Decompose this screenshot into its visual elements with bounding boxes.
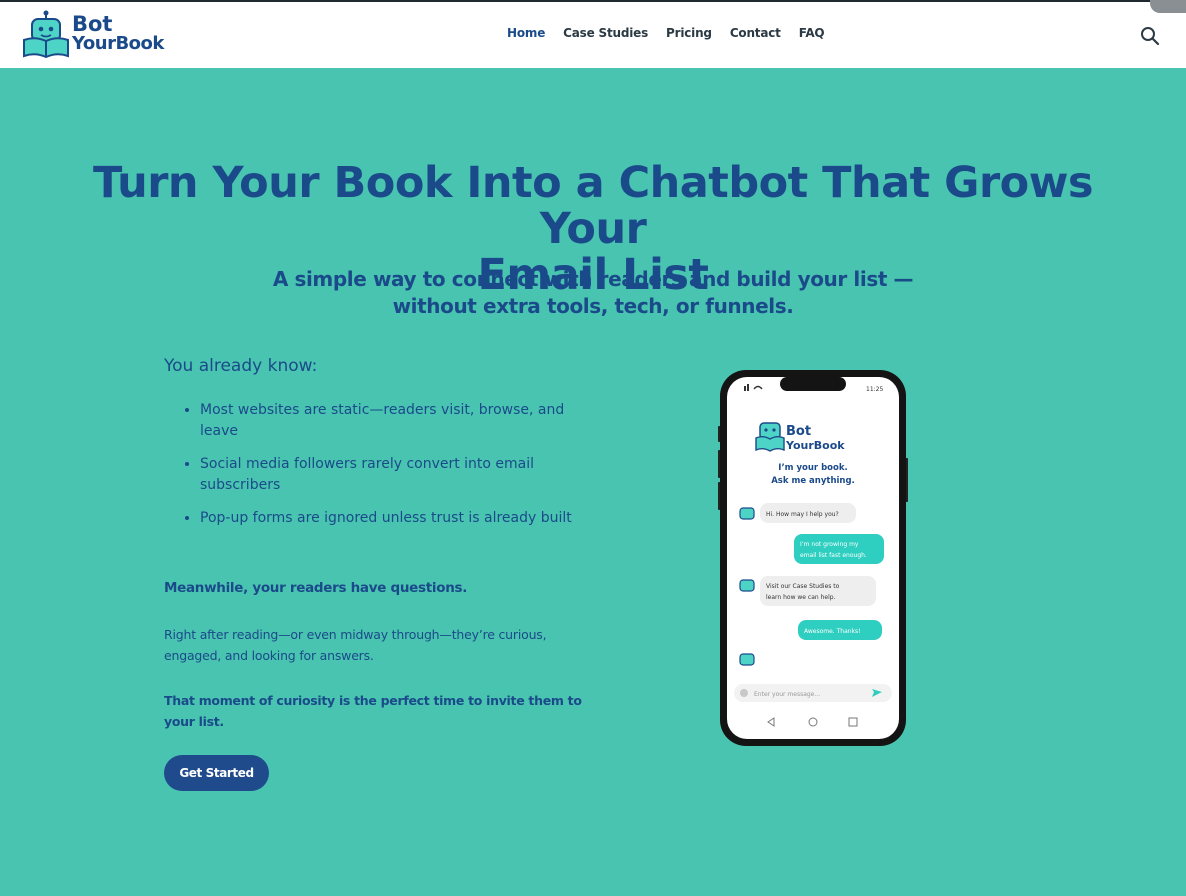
nav-home[interactable]: Home [498,26,554,46]
search-icon [1141,27,1160,46]
corner-tab [1150,0,1186,13]
bot-avatar-icon [739,579,755,592]
hero-subtitle: A simple way to connect with readers and… [240,266,946,320]
pain-points-list: Most websites are static—readers visit, … [164,400,594,529]
phone-mockup: 11:25 Bot YourBook I’m your book. Ask me… [718,370,908,746]
nav-faq[interactable]: FAQ [790,26,834,46]
brand-line2: YourBook [72,33,164,54]
robot-book-icon [23,10,69,59]
list-item: Social media followers rarely convert in… [200,454,594,496]
chat-bubble-bot [760,576,876,606]
brand-logo[interactable]: Bot YourBook [22,10,172,60]
phone-brand-line2: YourBook [785,439,845,452]
phone-brand-line1: Bot [786,424,811,439]
chat-input-placeholder: Enter your message... [754,691,820,698]
chat-message: Awesome. Thanks! [804,628,861,635]
section-heading: You already know: [164,356,318,376]
phone-tagline-line2: Ask me anything. [771,476,855,486]
nav-case-studies[interactable]: Case Studies [554,26,657,46]
main-nav: Home Case Studies Pricing Contact FAQ [498,26,833,46]
hero-title-line1: Turn Your Book Into a Chatbot That Grows… [92,158,1094,254]
nav-pricing[interactable]: Pricing [657,26,721,46]
list-item: Most websites are static—readers visit, … [200,400,594,442]
list-item: Pop-up forms are ignored unless trust is… [200,508,594,529]
search-button[interactable] [1140,26,1160,46]
site-header: Bot YourBook Home Case Studies Pricing C… [0,2,1186,68]
chat-message: Visit our Case Studies to [766,583,840,590]
get-started-button[interactable]: Get Started [164,755,269,791]
curious-text: Right after reading—or even midway throu… [164,627,547,663]
phone-robot-icon [755,422,785,452]
phone-time: 11:25 [866,386,883,393]
bot-avatar-icon [739,653,755,666]
chat-message: Hi. How may I help you? [766,511,839,518]
nav-contact[interactable]: Contact [721,26,790,46]
meanwhile-text: Meanwhile, your readers have questions. [164,580,468,596]
hero-subtitle-line2: without extra tools, tech, or funnels. [392,294,794,318]
brand-line1: Bot [72,12,113,36]
hero-subtitle-line1: A simple way to connect with readers and… [272,267,914,291]
bot-avatar-icon [739,507,755,520]
chat-message: learn how we can help. [766,594,836,601]
chat-message: email list fast enough. [800,552,867,559]
moment-text: That moment of curiosity is the perfect … [164,693,582,729]
chat-bubble-user [794,534,884,564]
camera-icon [740,689,748,697]
phone-tagline-line1: I’m your book. [778,463,847,473]
chat-message: I’m not growing my [800,541,859,548]
pain-points-section: You already know: Most websites are stat… [164,356,594,541]
